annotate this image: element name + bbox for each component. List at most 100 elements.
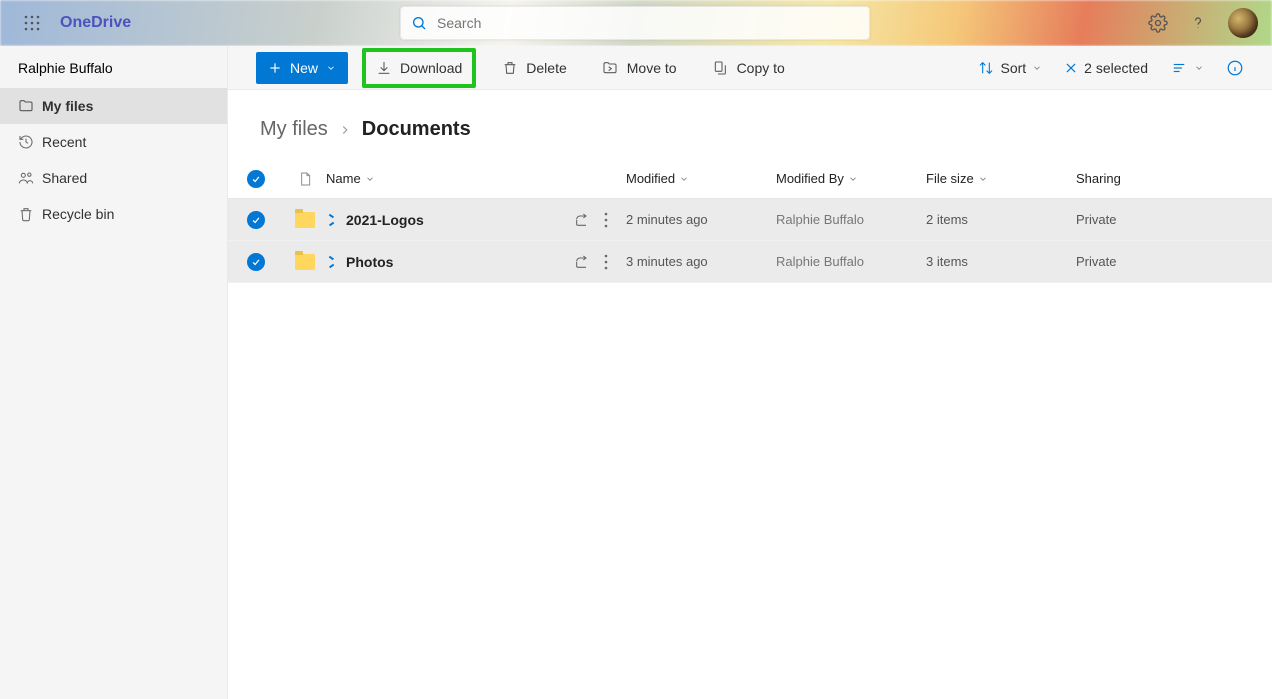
delete-button[interactable]: Delete — [494, 52, 574, 84]
sidebar-item-recent[interactable]: Recent — [0, 124, 227, 160]
search-icon — [411, 15, 427, 31]
download-button[interactable]: Download — [362, 48, 476, 88]
item-name-text: 2021-Logos — [346, 212, 424, 228]
item-size: 2 items — [926, 212, 1076, 227]
copyto-label: Copy to — [737, 60, 785, 76]
toolbar: New Download Delete Move to Copy to — [228, 46, 1272, 90]
avatar[interactable] — [1228, 8, 1258, 38]
close-icon — [1064, 61, 1078, 75]
item-sharing: Private — [1076, 212, 1196, 227]
item-sharing: Private — [1076, 254, 1196, 269]
item-modified: 2 minutes ago — [626, 212, 776, 227]
sidebar-user: Ralphie Buffalo — [0, 46, 227, 88]
select-all-checkbox[interactable] — [247, 170, 265, 188]
column-modified-label: Modified — [626, 171, 675, 186]
copyto-icon — [711, 60, 729, 76]
row-actions — [574, 254, 608, 270]
chevron-down-icon — [978, 174, 988, 184]
breadcrumb-current: Documents — [362, 118, 471, 141]
row-actions — [574, 212, 608, 228]
delete-label: Delete — [526, 60, 566, 76]
app-launcher-icon[interactable] — [16, 7, 48, 39]
search-input[interactable] — [437, 15, 859, 31]
more-icon[interactable] — [604, 254, 608, 270]
share-icon[interactable] — [574, 212, 590, 228]
item-modified: 3 minutes ago — [626, 254, 776, 269]
delete-icon — [502, 60, 518, 76]
new-button[interactable]: New — [256, 52, 348, 84]
view-options-button[interactable] — [1170, 61, 1204, 75]
details-pane-button[interactable] — [1226, 59, 1244, 77]
column-sharing[interactable]: Sharing — [1076, 171, 1196, 186]
column-modifiedby[interactable]: Modified By — [776, 171, 926, 186]
sort-label: Sort — [1000, 60, 1026, 76]
column-by-label: Modified By — [776, 171, 844, 186]
column-size-label: File size — [926, 171, 974, 186]
chevron-down-icon — [679, 174, 689, 184]
item-name[interactable]: 2021-Logos — [326, 212, 626, 228]
recent-icon — [18, 134, 42, 150]
sidebar: Ralphie Buffalo My files Recent Shared R… — [0, 46, 228, 699]
view-options-icon — [1170, 61, 1188, 75]
main: New Download Delete Move to Copy to — [228, 46, 1272, 699]
share-icon[interactable] — [574, 254, 590, 270]
row-checkbox[interactable] — [247, 253, 265, 271]
sync-icon — [326, 256, 338, 268]
shared-icon — [18, 170, 42, 186]
file-type-column-icon[interactable] — [297, 171, 313, 187]
item-size: 3 items — [926, 254, 1076, 269]
moveto-icon — [601, 60, 619, 76]
column-sharing-label: Sharing — [1076, 171, 1121, 186]
app-title[interactable]: OneDrive — [60, 14, 131, 32]
item-name-text: Photos — [346, 254, 393, 270]
sync-icon — [326, 214, 338, 226]
chevron-down-icon — [1032, 63, 1042, 73]
clear-selection-button[interactable]: 2 selected — [1064, 60, 1148, 76]
column-size[interactable]: File size — [926, 171, 1076, 186]
chevron-right-icon — [338, 123, 352, 137]
settings-icon[interactable] — [1148, 13, 1168, 33]
table-header: Name Modified Modified By File size Shar… — [228, 159, 1272, 199]
sidebar-item-label: My files — [42, 98, 93, 114]
item-name[interactable]: Photos — [326, 254, 626, 270]
copyto-button[interactable]: Copy to — [703, 52, 793, 84]
folder-icon — [295, 212, 315, 228]
item-modifiedby: Ralphie Buffalo — [776, 254, 926, 269]
row-checkbox[interactable] — [247, 211, 265, 229]
trash-icon — [18, 206, 42, 222]
file-table: Name Modified Modified By File size Shar… — [228, 159, 1272, 283]
chevron-down-icon — [848, 174, 858, 184]
help-icon[interactable] — [1188, 13, 1208, 33]
item-modifiedby: Ralphie Buffalo — [776, 212, 926, 227]
sort-button[interactable]: Sort — [978, 60, 1042, 76]
breadcrumb-parent[interactable]: My files — [260, 118, 328, 141]
moveto-label: Move to — [627, 60, 677, 76]
sidebar-item-recyclebin[interactable]: Recycle bin — [0, 196, 227, 232]
column-name-label: Name — [326, 171, 361, 186]
search-box[interactable] — [400, 6, 870, 40]
sidebar-item-label: Recent — [42, 134, 86, 150]
moveto-button[interactable]: Move to — [593, 52, 685, 84]
column-modified[interactable]: Modified — [626, 171, 776, 186]
sidebar-item-label: Shared — [42, 170, 87, 186]
new-button-label: New — [290, 60, 318, 76]
chevron-down-icon — [365, 174, 375, 184]
selected-count: 2 selected — [1084, 60, 1148, 76]
download-label: Download — [400, 60, 462, 76]
header-right — [1148, 8, 1258, 38]
folder-icon — [295, 254, 315, 270]
column-name[interactable]: Name — [326, 171, 626, 186]
sort-icon — [978, 60, 994, 76]
download-icon — [376, 60, 392, 76]
table-row[interactable]: Photos 3 minutes ago Ralphie Buffalo 3 i… — [228, 241, 1272, 283]
toolbar-right: Sort 2 selected — [978, 59, 1244, 77]
sidebar-item-shared[interactable]: Shared — [0, 160, 227, 196]
table-row[interactable]: 2021-Logos 2 minutes ago Ralphie Buffalo… — [228, 199, 1272, 241]
header: OneDrive — [0, 0, 1272, 46]
sidebar-item-label: Recycle bin — [42, 206, 114, 222]
folder-icon — [18, 98, 42, 114]
chevron-down-icon — [1194, 63, 1204, 73]
info-icon — [1226, 59, 1244, 77]
more-icon[interactable] — [604, 212, 608, 228]
sidebar-item-myfiles[interactable]: My files — [0, 88, 227, 124]
